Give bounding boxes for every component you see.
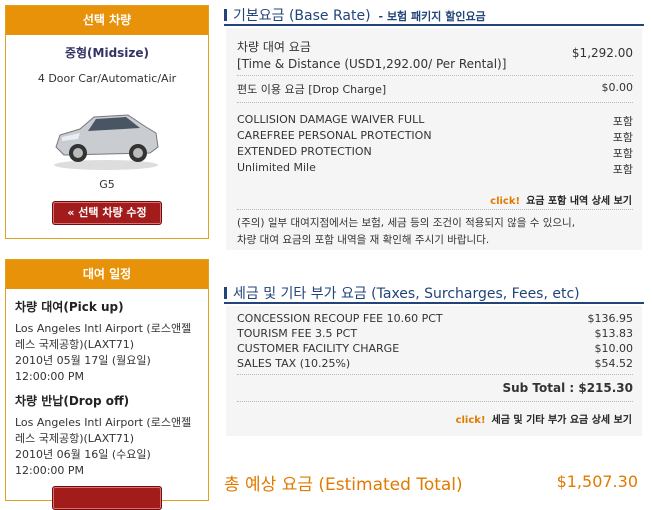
tax-row: SALES TAX (10.25%) $54.52	[237, 357, 633, 370]
car-image	[54, 114, 159, 170]
coverage-label: CAREFREE PERSONAL PROTECTION	[237, 129, 432, 142]
tax-value: $136.95	[587, 312, 634, 325]
pickup-location-line2: 레스 국제공항)(LAXT71)	[15, 338, 135, 351]
dropoff-title: 차량 반납(Drop off)	[15, 394, 130, 408]
coverage-value: 포함	[612, 115, 633, 128]
dropoff-location-line2: 레스 국제공항)(LAXT71)	[15, 432, 135, 445]
caution-line2: 차량 대여 요금의 포함 내역을 재 확인해 주시기 바랍니다.	[237, 234, 490, 246]
tax-detail-label: 세금 및 기타 부가 요금 상세 보기	[491, 415, 633, 426]
coverage-row: COLLISION DAMAGE WAIVER FULL 포함	[237, 113, 633, 128]
drop-charge-label: 편도 이용 요금 [Drop Charge]	[237, 83, 387, 96]
click-prompt: click!	[490, 196, 521, 207]
coverage-label: EXTENDED PROTECTION	[237, 145, 372, 158]
caution-line1: (주의) 일부 대여지점에서는 보험, 세금 등의 조건이 적용되지 않을 수 …	[237, 217, 576, 229]
vehicle-model: G5	[99, 178, 115, 191]
estimated-total-label: 총 예상 요금 (Estimated Total)	[224, 475, 463, 495]
tax-label: CONCESSION RECOUP FEE 10.60 PCT	[237, 312, 443, 325]
caution-note: (주의) 일부 대여지점에서는 보험, 세금 등의 조건이 적용되지 않을 수 …	[237, 215, 633, 249]
row-divider	[237, 102, 633, 103]
tax-row: TOURISM FEE 3.5 PCT $13.83	[237, 327, 633, 340]
selected-vehicle-panel: 선택 차량 중형(Midsize) 4 Door Car/Automatic/A…	[5, 5, 209, 239]
pickup-time: 12:00:00 PM	[15, 370, 85, 383]
dropoff-time: 12:00:00 PM	[15, 464, 85, 477]
dropoff-date: 2010년 06월 16일 (수요일)	[15, 448, 151, 461]
tax-value: $54.52	[594, 357, 634, 370]
tax-detail-link[interactable]: click! 세금 및 기타 부가 요금 상세 보기	[456, 411, 632, 426]
subtotal-value: Sub Total : $215.30	[502, 381, 633, 395]
coverage-value: 포함	[612, 147, 633, 160]
section-divider	[224, 302, 644, 304]
modify-vehicle-button[interactable]: « 선택 차량 수정	[52, 201, 162, 225]
coverage-label: Unlimited Mile	[237, 161, 316, 174]
section-bullet-icon	[224, 287, 227, 299]
section-bullet-icon	[224, 9, 227, 21]
pickup-date: 2010년 05월 17일 (월요일)	[15, 354, 151, 367]
rate-detail-link[interactable]: click! 요금 포함 내역 상세 보기	[490, 192, 632, 207]
tax-row: CONCESSION RECOUP FEE 10.60 PCT $136.95	[237, 312, 633, 325]
coverage-value: 포함	[612, 163, 633, 176]
tax-title: 세금 및 기타 부가 요금 (Taxes, Surcharges, Fees, …	[224, 283, 580, 303]
drop-charge-row: 편도 이용 요금 [Drop Charge] $0.00	[237, 81, 633, 97]
tax-label: CUSTOMER FACILITY CHARGE	[237, 342, 400, 355]
coverage-row: EXTENDED PROTECTION 포함	[237, 145, 633, 160]
rental-schedule-panel: 대여 일정 차량 대여(Pick up) Los Angeles Intl Ai…	[5, 259, 209, 510]
pickup-location-line1: Los Angeles Intl Airport (로스앤젤	[15, 322, 192, 335]
vehicle-description: 4 Door Car/Automatic/Air	[37, 72, 177, 85]
rental-fee-value: $1,292.00	[571, 46, 633, 60]
estimated-total-value: $1,507.30	[556, 472, 638, 491]
coverage-label: COLLISION DAMAGE WAIVER FULL	[237, 113, 425, 126]
rental-schedule-header: 대여 일정	[6, 260, 208, 289]
rental-fee-row: 차량 대여 요금 [Time & Distance (USD1,292.00/ …	[237, 38, 633, 71]
selected-vehicle-header: 선택 차량	[6, 6, 208, 35]
drop-charge-value: $0.00	[601, 81, 634, 94]
section-divider	[224, 24, 644, 26]
tax-value: $13.83	[594, 327, 634, 340]
modify-schedule-button[interactable]	[52, 486, 162, 510]
row-divider	[237, 75, 633, 76]
dropoff-location-line1: Los Angeles Intl Airport (로스앤젤	[15, 416, 192, 429]
pickup-title: 차량 대여(Pick up)	[15, 300, 124, 314]
click-prompt: click!	[455, 415, 486, 426]
tax-label: SALES TAX (10.25%)	[237, 357, 351, 370]
base-rate-title: 기본요금 (Base Rate) - 보험 패키지 할인요금	[224, 5, 486, 25]
coverage-value: 포함	[612, 131, 633, 144]
tax-row: CUSTOMER FACILITY CHARGE $10.00	[237, 342, 633, 355]
base-rate-subtitle: - 보험 패키지 할인요금	[378, 10, 486, 23]
tax-label: TOURISM FEE 3.5 PCT	[237, 327, 358, 340]
row-divider	[237, 401, 633, 402]
row-divider	[237, 374, 633, 375]
coverage-row: CAREFREE PERSONAL PROTECTION 포함	[237, 129, 633, 144]
row-divider	[237, 209, 633, 210]
rate-detail-label: 요금 포함 내역 상세 보기	[526, 196, 632, 207]
vehicle-class: 중형(Midsize)	[64, 46, 150, 60]
coverage-row: Unlimited Mile 포함	[237, 161, 633, 176]
tax-value: $10.00	[594, 342, 634, 355]
